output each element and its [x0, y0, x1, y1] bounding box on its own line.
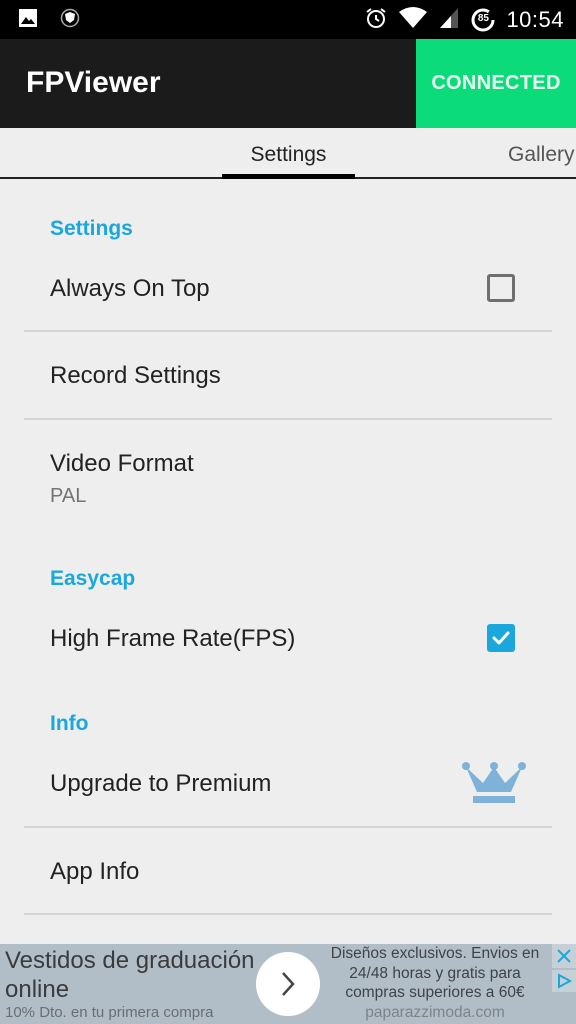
ad-headline[interactable]: Vestidos de graduación online	[5, 946, 265, 1004]
divider	[24, 913, 552, 915]
ad-open-button[interactable]	[256, 952, 320, 1016]
close-icon	[557, 949, 571, 963]
tab-gallery[interactable]: Gallery	[508, 143, 575, 167]
pref-title: App Info	[50, 858, 140, 885]
adchoices-icon	[558, 973, 572, 989]
ad-description: Diseños exclusivos. Envios en 24/48 hora…	[330, 945, 540, 1001]
tab-settings[interactable]: Settings	[222, 143, 355, 167]
pref-title: High Frame Rate(FPS)	[50, 625, 296, 652]
ad-choices-button[interactable]	[552, 970, 576, 992]
chevron-right-icon	[282, 972, 295, 996]
battery-icon: 85	[470, 7, 496, 33]
ad-close-button[interactable]	[552, 944, 576, 968]
shield-notification-icon	[60, 8, 80, 33]
pref-summary: PAL	[50, 485, 87, 507]
pref-title: Record Settings	[50, 362, 221, 389]
section-header-settings: Settings	[50, 217, 133, 240]
divider	[24, 826, 552, 828]
gallery-notification-icon	[18, 8, 38, 33]
always-on-top-checkbox[interactable]	[487, 274, 515, 302]
active-tab-indicator	[222, 174, 355, 179]
crown-icon	[462, 762, 526, 803]
ad-description-block: Diseños exclusivos. Envios en 24/48 hora…	[325, 944, 545, 1022]
section-header-easycap: Easycap	[50, 567, 136, 590]
ad-subline: 10% Dto. en tu primera compra	[5, 1004, 214, 1021]
divider	[24, 330, 552, 332]
alarm-icon	[364, 6, 388, 35]
section-header-info: Info	[50, 712, 89, 735]
divider	[24, 418, 552, 420]
cell-signal-icon	[438, 6, 460, 35]
ad-banner[interactable]: Vestidos de graduación online 10% Dto. e…	[0, 944, 576, 1024]
connection-status-button[interactable]: CONNECTED	[416, 39, 576, 128]
battery-level: 85	[477, 13, 489, 24]
app-bar: FPViewer CONNECTED	[0, 39, 576, 128]
tab-bar: Settings Gallery	[0, 128, 576, 179]
high-frame-rate-checkbox[interactable]	[487, 624, 515, 652]
pref-title: Upgrade to Premium	[50, 770, 272, 797]
checkmark-icon	[492, 631, 510, 645]
pref-title: Video Format	[50, 450, 194, 477]
ad-url[interactable]: paparazzimoda.com	[325, 1003, 545, 1023]
status-bar: 85 10:54	[0, 0, 576, 39]
pref-title: Always On Top	[50, 275, 210, 302]
app-title: FPViewer	[26, 66, 161, 99]
clock: 10:54	[506, 7, 564, 32]
wifi-icon	[398, 6, 428, 35]
